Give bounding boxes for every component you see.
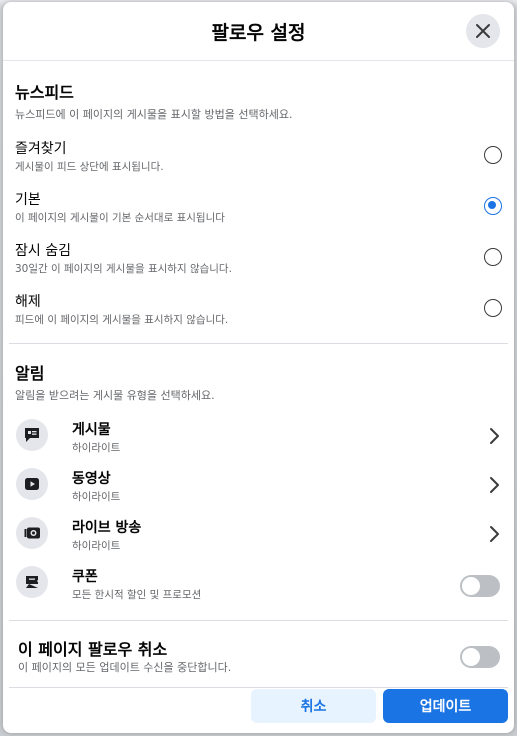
radio-unfollow-feed[interactable] — [484, 299, 502, 317]
chevron-right-icon — [490, 428, 499, 444]
close-button[interactable] — [466, 14, 500, 48]
unfollow-toggle[interactable] — [460, 646, 500, 668]
option-label: 기본 — [15, 192, 41, 208]
newsfeed-title: 뉴스피드 — [15, 83, 74, 102]
option-desc: 이 페이지의 게시물이 기본 순서대로 표시됩니다 — [15, 212, 225, 224]
notif-item-live[interactable]: 라이브 방송 하이라이트 — [15, 510, 502, 559]
follow-settings-dialog: 팔로우 설정 뉴스피드 뉴스피드에 이 페이지의 게시물을 표시할 방법을 선택… — [3, 2, 514, 733]
dialog-title: 팔로우 설정 — [211, 22, 306, 44]
option-label: 해제 — [15, 294, 41, 310]
option-label: 즐겨찾기 — [15, 141, 67, 157]
notif-item-videos[interactable]: 동영상 하이라이트 — [15, 461, 502, 510]
dialog-footer: 취소 업데이트 — [3, 679, 514, 733]
notif-desc: 하이라이트 — [72, 540, 121, 552]
chevron-right-icon — [490, 526, 499, 542]
option-unfollow-feed[interactable]: 해제 피드에 이 페이지의 게시물을 표시하지 않습니다. — [15, 281, 502, 332]
update-button[interactable]: 업데이트 — [383, 689, 508, 723]
notif-desc: 하이라이트 — [72, 491, 121, 503]
radio-default[interactable] — [484, 197, 502, 215]
option-label: 잠시 숨김 — [15, 243, 71, 259]
live-icon — [16, 517, 48, 549]
notif-label: 동영상 — [72, 471, 111, 487]
radio-favorites[interactable] — [484, 146, 502, 164]
option-default[interactable]: 기본 이 페이지의 게시물이 기본 순서대로 표시됩니다 — [15, 179, 502, 230]
close-icon — [476, 24, 490, 38]
unfollow-section: 이 페이지 팔로우 취소 이 페이지의 모든 업데이트 수신을 중단합니다. — [3, 621, 514, 687]
option-favorites[interactable]: 즐겨찾기 게시물이 피드 상단에 표시됩니다. — [15, 128, 502, 179]
notifications-description: 알림을 받으려는 게시물 유형을 선택하세요. — [15, 389, 215, 402]
notifications-section: 알림 알림을 받으려는 게시물 유형을 선택하세요. 게시물 하이라이트 동영상… — [3, 344, 514, 608]
cancel-button[interactable]: 취소 — [251, 689, 376, 723]
coupon-icon — [16, 566, 48, 598]
notif-desc: 하이라이트 — [72, 442, 121, 454]
coupon-toggle[interactable] — [460, 575, 500, 597]
notif-item-posts[interactable]: 게시물 하이라이트 — [15, 412, 502, 461]
option-desc: 30일간 이 페이지의 게시물을 표시하지 않습니다. — [15, 263, 232, 275]
notifications-title: 알림 — [15, 364, 45, 383]
newsfeed-section: 뉴스피드 뉴스피드에 이 페이지의 게시물을 표시할 방법을 선택하세요. 즐겨… — [3, 61, 514, 332]
notif-label: 게시물 — [72, 422, 111, 438]
video-icon — [16, 468, 48, 500]
option-desc: 게시물이 피드 상단에 표시됩니다. — [15, 161, 164, 173]
unfollow-title: 이 페이지 팔로우 취소 — [18, 640, 168, 659]
chevron-right-icon — [490, 477, 499, 493]
notif-label: 쿠폰 — [72, 569, 98, 585]
dialog-header: 팔로우 설정 — [3, 2, 514, 61]
notif-desc: 모든 한시적 할인 및 프로모션 — [72, 589, 202, 601]
notif-item-coupons: 쿠폰 모든 한시적 할인 및 프로모션 — [15, 559, 502, 608]
radio-snooze[interactable] — [484, 248, 502, 266]
unfollow-description: 이 페이지의 모든 업데이트 수신을 중단합니다. — [18, 661, 232, 674]
post-icon — [16, 419, 48, 451]
option-snooze[interactable]: 잠시 숨김 30일간 이 페이지의 게시물을 표시하지 않습니다. — [15, 230, 502, 281]
newsfeed-description: 뉴스피드에 이 페이지의 게시물을 표시할 방법을 선택하세요. — [15, 108, 293, 121]
notif-label: 라이브 방송 — [72, 520, 142, 536]
option-desc: 피드에 이 페이지의 게시물을 표시하지 않습니다. — [15, 314, 229, 326]
